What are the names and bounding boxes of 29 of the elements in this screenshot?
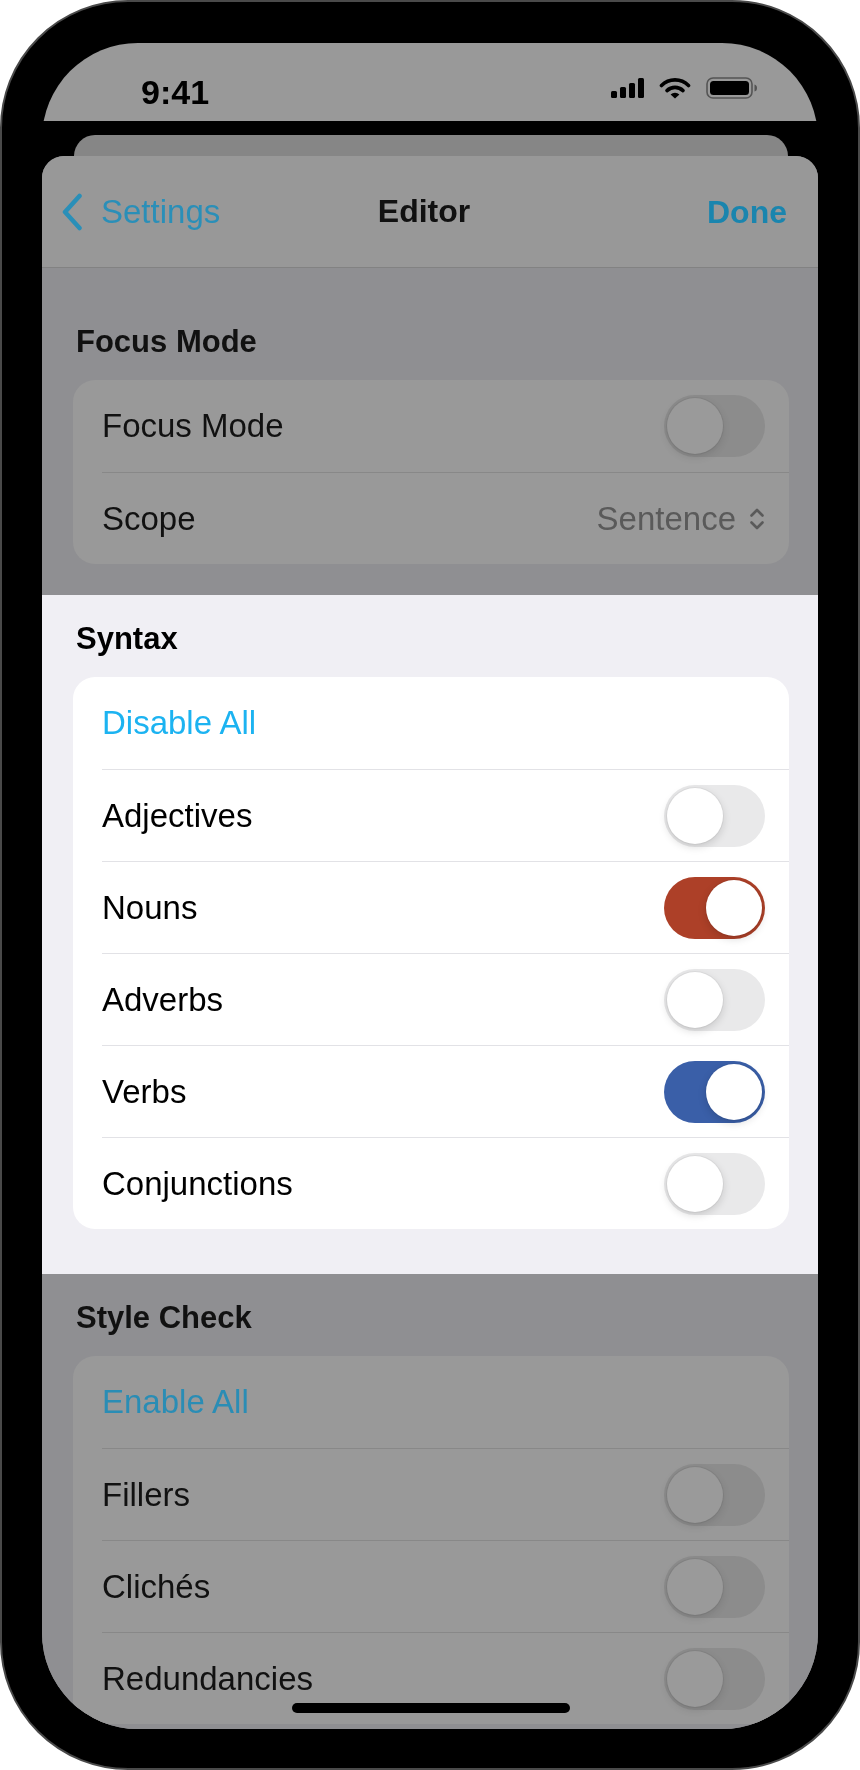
toggle-switch[interactable] (664, 784, 765, 847)
setting-label: Adverbs (102, 979, 224, 1020)
setting-label: Focus Mode (102, 406, 284, 446)
setting-label: Redundancies (102, 1658, 313, 1699)
section-header: Focus Mode (76, 323, 258, 361)
value-picker[interactable]: Sentence (596, 498, 765, 539)
toggle-switch[interactable] (664, 1060, 765, 1123)
back-button[interactable]: Settings (61, 191, 221, 232)
action-button[interactable]: Enable All (102, 1382, 249, 1422)
toggle-switch[interactable] (664, 876, 765, 939)
status-time: 9:41 (141, 72, 210, 112)
setting-label: Nouns (102, 887, 198, 928)
setting-label: Adjectives (102, 795, 253, 836)
chevron-left-icon (61, 192, 83, 231)
toggle-switch[interactable] (664, 968, 765, 1031)
section-header: Syntax (76, 620, 179, 658)
battery-icon (706, 77, 758, 99)
wifi-icon (659, 77, 691, 99)
setting-label: Clichés (102, 1566, 211, 1607)
setting-label: Verbs (102, 1071, 187, 1112)
setting-label: Fillers (102, 1474, 190, 1515)
section-header: Style Check (76, 1299, 253, 1337)
nav-title: Editor (377, 193, 471, 230)
done-button[interactable]: Done (707, 191, 787, 232)
setting-label: Conjunctions (102, 1163, 293, 1204)
signal-icon (611, 78, 644, 98)
action-button[interactable]: Disable All (102, 703, 257, 743)
setting-label: Scope (102, 498, 196, 539)
toggle-switch[interactable] (664, 1152, 765, 1215)
